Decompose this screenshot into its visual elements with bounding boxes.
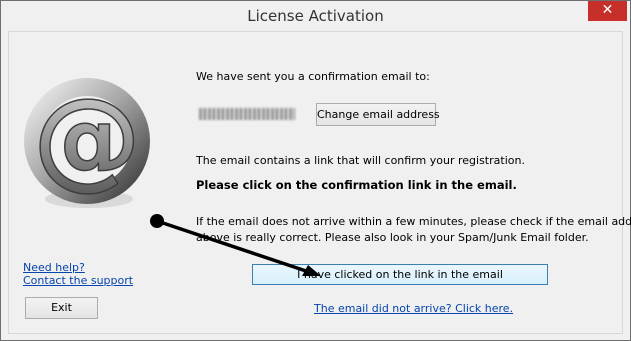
license-activation-window: License Activation ✕ @ We have sent you … (0, 0, 631, 341)
title-bar[interactable]: License Activation ✕ (1, 1, 630, 31)
dialog-body: @ We have sent you a confirmation email … (8, 31, 631, 334)
window-title: License Activation (247, 7, 384, 25)
close-button[interactable]: ✕ (588, 1, 627, 21)
arrow-annotation (150, 214, 321, 276)
close-icon: ✕ (601, 2, 614, 18)
